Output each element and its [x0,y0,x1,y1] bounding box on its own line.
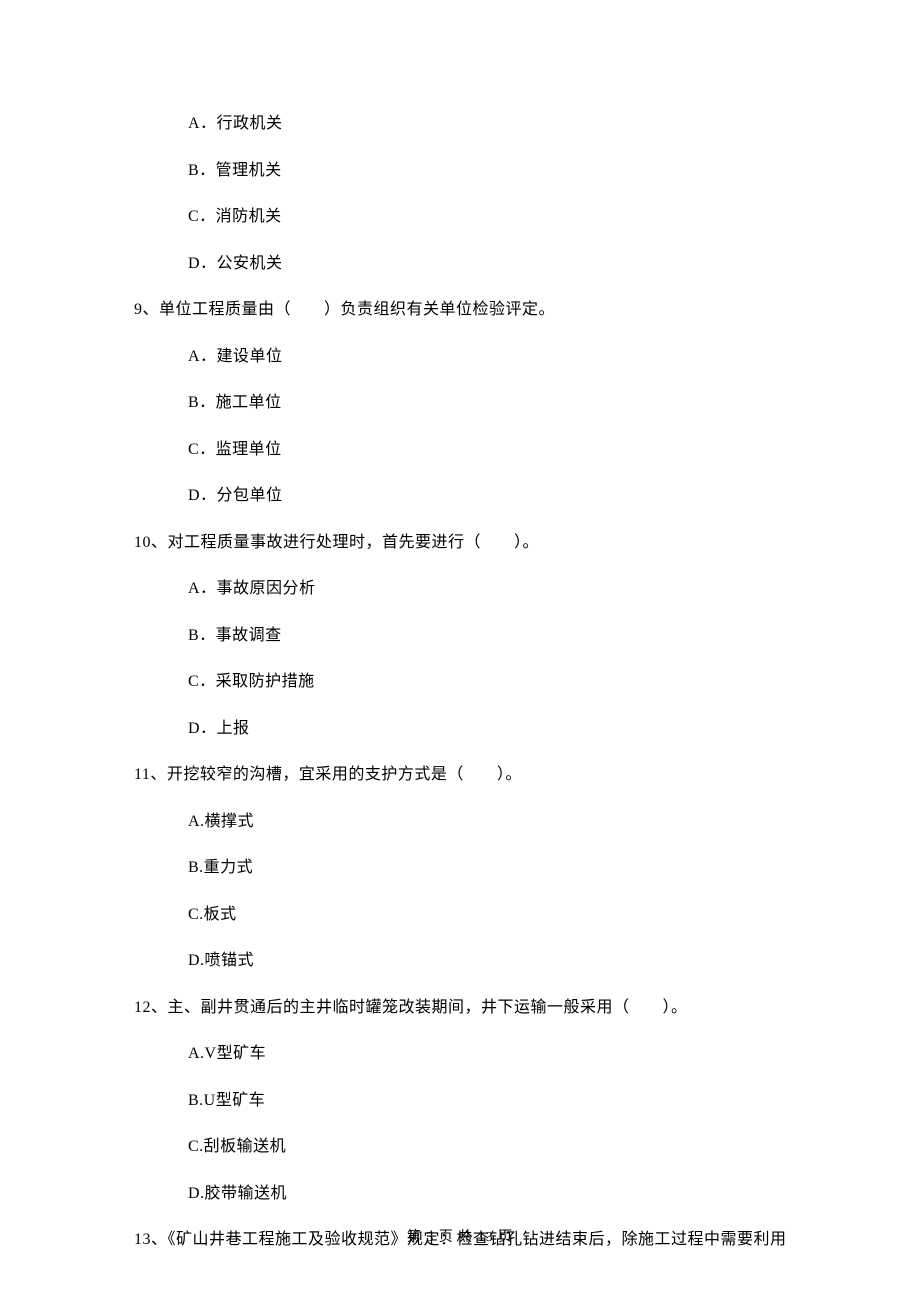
document-page: A．行政机关 B．管理机关 C．消防机关 D．公安机关 9、单位工程质量由（ ）… [0,0,920,1302]
q11-option-d: D.喷锚式 [0,953,920,969]
q9-option-a: A．建设单位 [0,349,920,365]
page-footer: 第 3 页 共 13 页 [0,1226,920,1246]
q10-option-d: D．上报 [0,721,920,737]
q12-option-d: D.胶带输送机 [0,1186,920,1202]
q11-option-a: A.横撑式 [0,814,920,830]
q12-option-a: A.V型矿车 [0,1046,920,1062]
q12-text: 12、主、副井贯通后的主井临时罐笼改装期间，井下运输一般采用（ ）。 [0,1000,920,1016]
q12-option-b: B.U型矿车 [0,1093,920,1109]
q11-option-b: B.重力式 [0,860,920,876]
q10-option-a: A．事故原因分析 [0,581,920,597]
q11-text: 11、开挖较窄的沟槽，宜采用的支护方式是（ ）。 [0,767,920,783]
q11-option-c: C.板式 [0,907,920,923]
q8-option-c: C．消防机关 [0,209,920,225]
q10-option-b: B．事故调查 [0,628,920,644]
q12-option-c: C.刮板输送机 [0,1139,920,1155]
q9-option-b: B．施工单位 [0,395,920,411]
q9-option-c: C．监理单位 [0,442,920,458]
q10-option-c: C．采取防护措施 [0,674,920,690]
q8-option-b: B．管理机关 [0,163,920,179]
q9-text: 9、单位工程质量由（ ）负责组织有关单位检验评定。 [0,302,920,318]
q8-option-d: D．公安机关 [0,256,920,272]
q10-text: 10、对工程质量事故进行处理时，首先要进行（ ）。 [0,535,920,551]
q8-option-a: A．行政机关 [0,116,920,132]
q9-option-d: D．分包单位 [0,488,920,504]
